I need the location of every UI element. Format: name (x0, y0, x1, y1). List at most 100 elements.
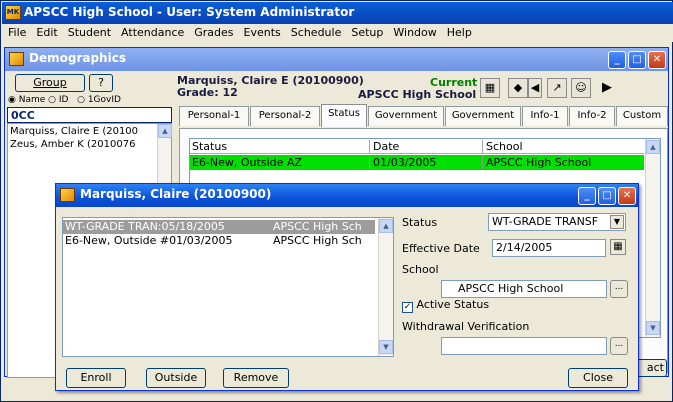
menu-window[interactable]: Window (387, 24, 440, 39)
list-item-school: APSCC High Sch (273, 234, 362, 247)
scroll-up-icon[interactable]: ▲ (646, 140, 660, 154)
list-item[interactable]: Marquiss, Claire E (20100 (8, 126, 156, 137)
prev-icon[interactable]: ◀ (528, 78, 542, 98)
school-name: APSCC High School (358, 88, 477, 101)
status-select-value: WT-GRADE TRANSF (492, 215, 599, 228)
withdrawal-verification-field[interactable] (441, 337, 607, 355)
menu-help[interactable]: Help (441, 24, 476, 39)
app-titlebar: MK APSCC High School - User: System Admi… (2, 2, 673, 24)
list-item-status: E6-New, Outside #01/03/2005 (65, 234, 233, 247)
radio-govid-label: 1GovID (87, 95, 121, 105)
status-dialog: Marquiss, Claire (20100900) _ □ ✕ WT-GRA… (55, 183, 639, 391)
status-select[interactable]: WT-GRADE TRANSF ▼ (488, 213, 626, 231)
minimize-icon[interactable]: _ (578, 187, 596, 205)
table-cell: 01/03/2005 (371, 156, 483, 169)
close-icon[interactable]: ✕ (618, 187, 636, 205)
column-header-school[interactable]: School (484, 140, 644, 153)
search-mode-radios: ◉ Name ○ ID ○ 1GovID (8, 95, 121, 105)
tab-personal-1[interactable]: Personal-1 (179, 106, 249, 126)
school-field[interactable]: APSCC High School (441, 280, 607, 298)
demographics-title: Demographics (29, 51, 126, 65)
scroll-up-icon[interactable]: ▲ (379, 219, 393, 233)
tab-custom[interactable]: Custom (616, 106, 668, 126)
column-header-date[interactable]: Date (371, 140, 483, 153)
active-status-label: Active Status (416, 298, 490, 311)
active-status-checkbox[interactable]: ✓ Active Status (402, 298, 489, 313)
enroll-button[interactable]: Enroll (66, 368, 126, 388)
tab-status[interactable]: Status (321, 104, 367, 127)
chevron-down-icon[interactable]: ▼ (610, 215, 624, 229)
dialog-list-scrollbar[interactable]: ▲ ▼ (378, 218, 393, 356)
column-header-status[interactable]: Status (190, 140, 370, 153)
maximize-icon[interactable]: □ (598, 187, 616, 205)
radio-id-label: ID (58, 95, 69, 105)
menu-schedule[interactable]: Schedule (285, 24, 346, 39)
radio-name-icon[interactable]: ◉ (8, 95, 16, 105)
menu-edit[interactable]: Edit (30, 24, 61, 39)
radio-id-icon[interactable]: ○ (48, 95, 56, 105)
maximize-icon[interactable]: □ (628, 51, 646, 69)
tab-personal-2[interactable]: Personal-2 (250, 106, 320, 126)
menu-events[interactable]: Events (238, 24, 285, 39)
table-cell: APSCC High School (486, 156, 592, 169)
tab-info-2[interactable]: Info-2 (569, 106, 615, 126)
status-history-list: WT-GRADE TRAN:05/18/2005 APSCC High Sch … (62, 217, 394, 357)
radio-govid-icon[interactable]: ○ (77, 95, 85, 105)
book-icon[interactable]: ◆ (508, 78, 528, 98)
remove-button[interactable]: Remove (223, 368, 289, 388)
checkmark-icon[interactable]: ✓ (402, 302, 413, 313)
outside-button[interactable]: Outside (146, 368, 206, 388)
effective-date-input[interactable]: 2/14/2005 (492, 239, 606, 257)
walk-icon[interactable]: ↗ (547, 78, 567, 98)
scroll-up-icon[interactable]: ▲ (158, 124, 172, 138)
withdrawal-lookup-button[interactable]: ... (610, 337, 628, 355)
help-button[interactable]: ? (89, 74, 113, 92)
close-icon[interactable]: ✕ (648, 51, 666, 69)
group-button[interactable]: Group (15, 74, 85, 92)
list-item[interactable]: Zeus, Amber K (2010076 (8, 139, 156, 150)
app-title: APSCC High School - User: System Adminis… (24, 5, 355, 19)
status-grid-header: Status Date School (190, 139, 644, 154)
table-cell: E6-New, Outside AZ (190, 156, 370, 169)
app-logo-icon: MK (5, 5, 21, 20)
school-lookup-button[interactable]: ... (610, 280, 628, 298)
student-grade: Grade: 12 (177, 86, 238, 99)
scroll-down-icon[interactable]: ▼ (646, 321, 660, 335)
dialog-title: Marquiss, Claire (20100900) (80, 187, 272, 201)
tab-strip: Personal-1 Personal-2 Status Government … (179, 104, 669, 128)
list-item[interactable]: E6-New, Outside #01/03/2005 APSCC High S… (63, 234, 375, 248)
menu-setup[interactable]: Setup (345, 24, 387, 39)
people-icon[interactable]: ☺ (571, 78, 591, 98)
app-window: MK APSCC High School - User: System Admi… (0, 0, 673, 402)
tab-government-2[interactable]: Government (445, 106, 521, 126)
dialog-titlebar: Marquiss, Claire (20100900) _ □ ✕ (56, 184, 638, 207)
table-row[interactable]: E6-New, Outside AZ 01/03/2005 APSCC High… (190, 155, 644, 170)
status-grid-scrollbar[interactable]: ▲ ▼ (645, 139, 660, 337)
tab-info-1[interactable]: Info-1 (522, 106, 568, 126)
close-button[interactable]: Close (568, 368, 628, 388)
minimize-icon[interactable]: _ (608, 51, 626, 69)
scroll-down-icon[interactable]: ▼ (379, 340, 393, 354)
menu-student[interactable]: Student (62, 24, 115, 39)
window-logo-icon (9, 52, 24, 66)
calendar-icon[interactable]: ▦ (480, 78, 500, 98)
next-icon[interactable]: ▶ (602, 80, 612, 95)
radio-name-label: Name (18, 95, 46, 105)
dialog-logo-icon (60, 188, 75, 202)
status-label: Status (402, 216, 438, 229)
list-item[interactable]: WT-GRADE TRAN:05/18/2005 APSCC High Sch (63, 220, 375, 234)
list-item-school: APSCC High Sch (273, 220, 362, 233)
menu-file[interactable]: File (2, 24, 30, 39)
list-item-status: WT-GRADE TRAN:05/18/2005 (65, 220, 225, 233)
search-input[interactable]: 0CC (7, 107, 172, 123)
school-label: School (402, 263, 439, 276)
tab-government[interactable]: Government (368, 106, 444, 126)
menu-attendance[interactable]: Attendance (115, 24, 188, 39)
menu-bar: File Edit Student Attendance Grades Events Sch… (2, 24, 673, 42)
contact-button[interactable]: act (635, 359, 667, 377)
calendar-icon[interactable]: ▦ (610, 239, 626, 255)
demographics-titlebar: Demographics _ □ ✕ (5, 48, 668, 71)
withdrawal-label: Withdrawal Verification (402, 320, 530, 333)
menu-grades[interactable]: Grades (188, 24, 237, 39)
effective-date-label: Effective Date (402, 242, 480, 255)
